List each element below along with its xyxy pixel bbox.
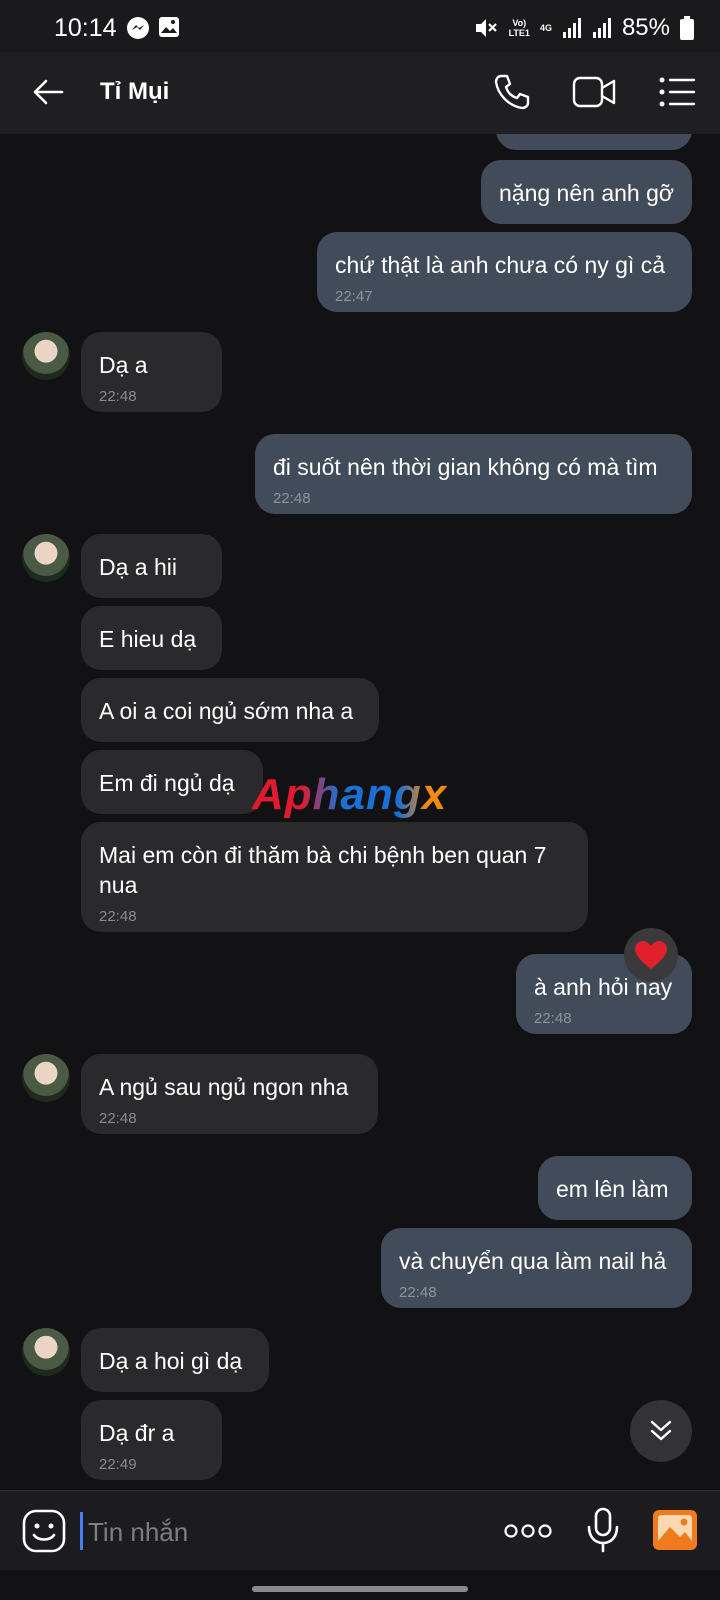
volte-indicator: Vo) LTE1 [508,18,530,38]
message-text: và chuyển qua làm nail hả [399,1248,667,1274]
message-text: A oi a coi ngủ sớm nha a [99,698,354,724]
message-bubble[interactable]: chứ thật là anh chưa có ny gì cả 22:47 [317,232,692,312]
message-time: 22:47 [335,288,373,305]
status-bar: 10:14 Vo) LTE1 4G 85% [0,0,720,52]
message-bubble[interactable]: A ngủ sau ngủ ngon nha 22:48 [81,1054,378,1134]
battery-icon [680,16,694,40]
message-bubble[interactable]: E hieu dạ [81,606,222,670]
signal-icon-2 [592,18,611,38]
message-bubble[interactable]: Dạ a 22:48 [81,332,222,412]
double-chevron-down-icon [650,1420,672,1441]
watermark: Aphangx [252,770,448,819]
message-time: 22:48 [99,1110,137,1127]
message-text: Dạ a [99,352,148,378]
video-camera-icon[interactable] [572,74,616,110]
message-bubble[interactable]: Dạ a hoi gì dạ [81,1328,269,1392]
messenger-notification-icon [127,17,149,39]
message-text: Em đi ngủ dạ [99,770,235,796]
message-bubble[interactable]: Mai em còn đi thăm bà chi bệnh ben quan … [81,822,588,932]
message-text: em lên làm [556,1176,669,1202]
status-right: Vo) LTE1 4G 85% [473,14,694,42]
message-text: đi suốt nên thời gian không có mà tìm [273,454,658,480]
message-text: chứ thật là anh chưa có ny gì cả [335,252,665,278]
message-time: 22:48 [273,490,311,507]
message-text: Dạ đr a [99,1420,175,1446]
list-menu-icon[interactable] [658,74,696,110]
contact-avatar[interactable] [22,332,70,380]
message-text: Dạ a hoi gì dạ [99,1348,243,1374]
emoji-icon[interactable] [22,1509,66,1553]
message-bubble[interactable]: và chuyển qua làm nail hả 22:48 [381,1228,692,1308]
message-bubble[interactable]: nặng nên anh gỡ [481,160,692,224]
message-text: A ngủ sau ngủ ngon nha [99,1074,349,1100]
contact-name[interactable]: Tỉ Mụi [100,78,169,106]
scroll-to-bottom-button[interactable] [630,1400,692,1462]
back-arrow-icon[interactable] [30,74,66,110]
mute-icon [475,19,497,37]
heart-reaction[interactable] [624,928,678,982]
message-composer [0,1490,720,1571]
more-dots-icon[interactable] [504,1521,552,1541]
message-bubble[interactable]: Em đi ngủ dạ [81,750,263,814]
status-time: 10:14 [54,14,117,42]
message-text: nặng nên anh gỡ [499,180,674,206]
gallery-icon[interactable] [652,1509,698,1551]
message-bubble[interactable]: Dạ đr a 22:49 [81,1400,222,1480]
message-bubble[interactable]: đi suốt nên thời gian không có mà tìm 22… [255,434,692,514]
contact-avatar[interactable] [22,1054,70,1102]
contact-avatar[interactable] [22,1328,70,1376]
message-bubble[interactable]: em lên làm [538,1156,692,1220]
conversation-header: Tỉ Mụi [0,52,720,134]
phone-icon[interactable] [492,72,532,112]
heart-icon [635,941,667,969]
signal-icon [562,18,581,38]
contact-avatar[interactable] [22,534,70,582]
system-nav-bar [0,1570,720,1600]
message-bubble-partial[interactable] [496,134,692,150]
text-caret [80,1512,83,1550]
message-text: Mai em còn đi thăm bà chi bệnh ben quan … [99,842,547,898]
message-time: 22:49 [99,1456,137,1473]
battery-percent: 85% [621,14,670,41]
home-gesture-handle[interactable] [252,1586,468,1592]
image-notification-icon [159,17,179,37]
message-bubble[interactable]: A oi a coi ngủ sớm nha a [81,678,379,742]
message-input[interactable] [86,1509,470,1555]
message-text: Dạ a hii [99,554,177,580]
network-type: 4G [539,23,552,33]
message-time: 22:48 [399,1284,437,1301]
message-time: 22:48 [99,908,137,925]
message-bubble[interactable]: Dạ a hii [81,534,222,598]
message-time: 22:48 [534,1010,572,1027]
microphone-icon[interactable] [586,1507,620,1553]
message-text: E hieu dạ [99,626,197,652]
message-time: 22:48 [99,388,137,405]
